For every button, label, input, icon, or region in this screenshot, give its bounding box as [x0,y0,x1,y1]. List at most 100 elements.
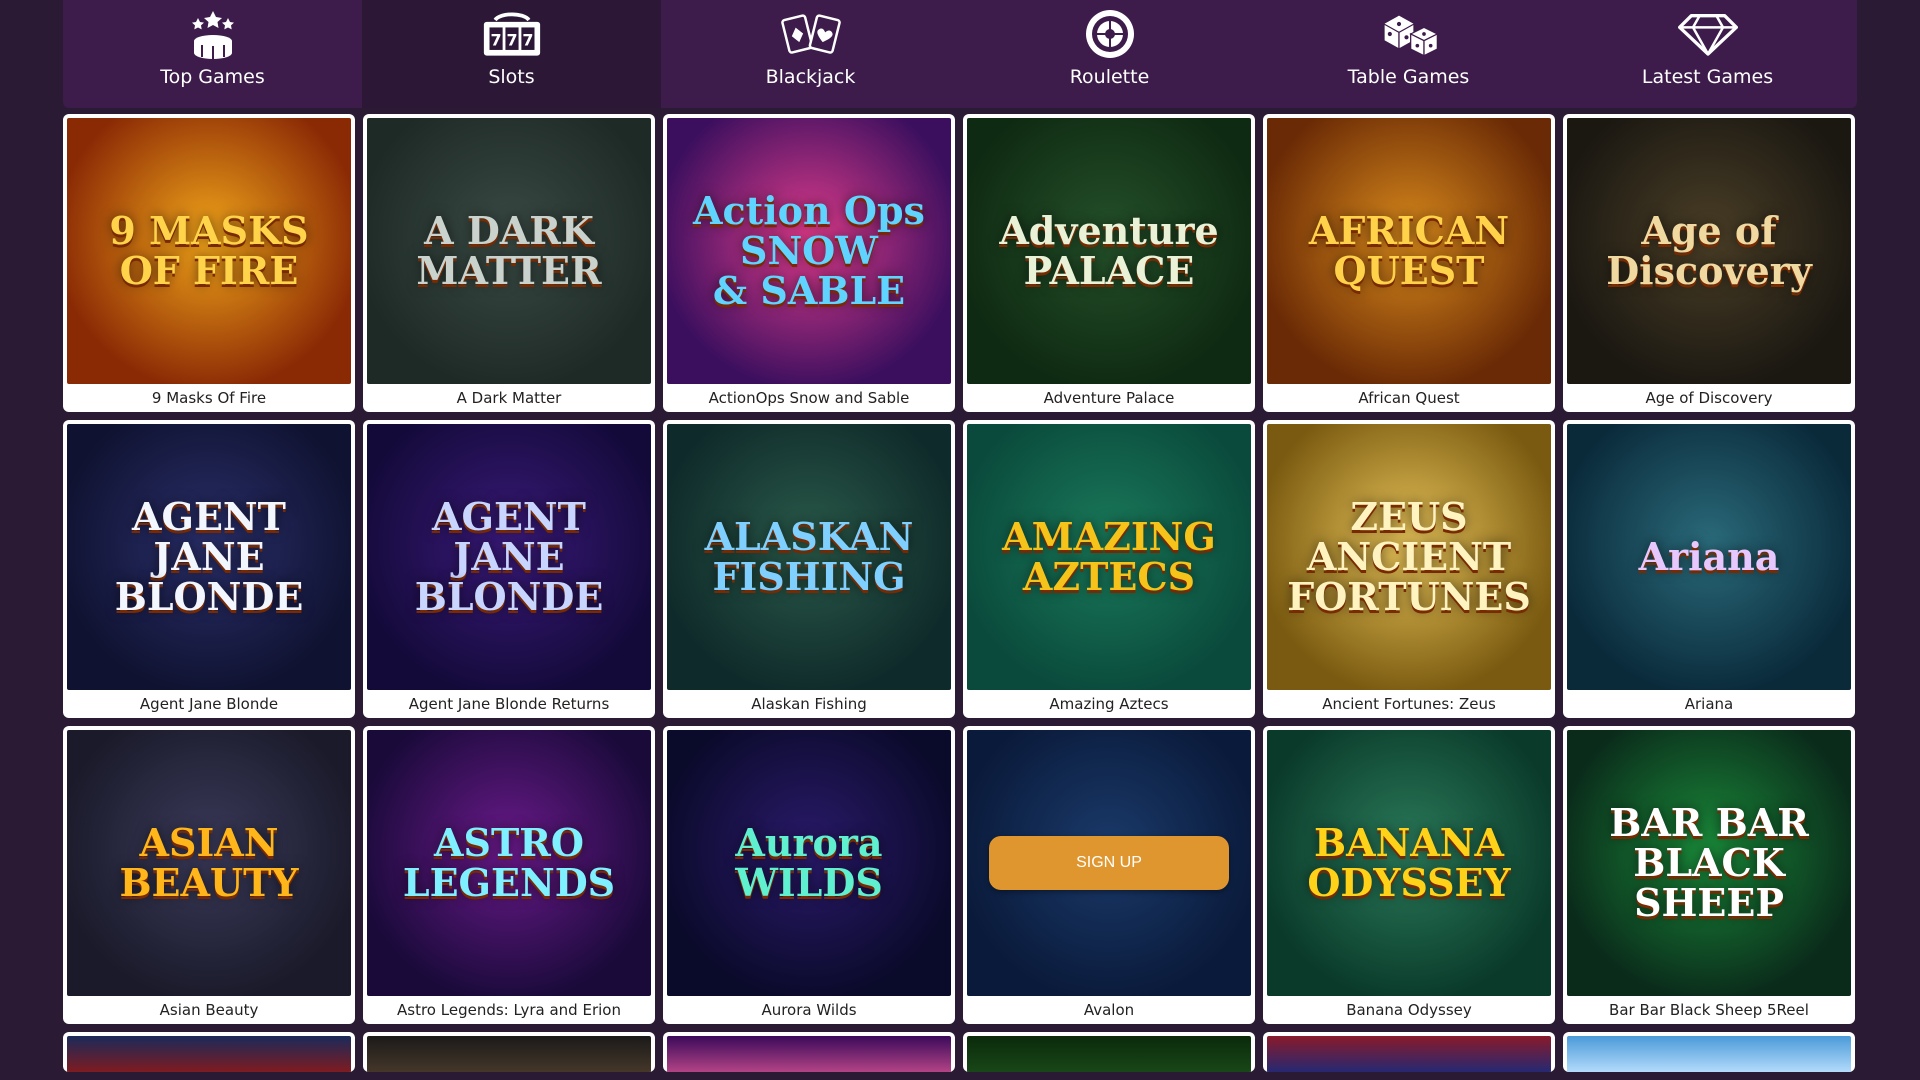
game-card[interactable]: AGENT JANE BLONDE Agent Jane Blonde Retur… [363,420,655,718]
tab-label: Roulette [1069,66,1150,88]
game-logo-art: Adventure PALACE [999,208,1219,293]
game-logo-art: BAR BAR BLACK SHEEP [1609,800,1809,925]
game-card[interactable]: BANANA ODYSSEY Banana Odyssey [1263,726,1555,1024]
tab-label: Blackjack [765,66,856,88]
game-title: Agent Jane Blonde Returns [408,695,610,713]
tab-blackjack[interactable]: Blackjack [661,0,960,108]
game-title: Bar Bar Black Sheep 5Reel [1609,1001,1809,1019]
game-thumbnail[interactable] [67,1036,351,1072]
cards-icon [780,8,841,60]
game-thumbnail[interactable]: ALASKAN FISHING [667,424,951,690]
game-thumbnail[interactable]: Age of Discovery [1567,118,1851,384]
game-card[interactable] [663,1032,955,1072]
game-thumbnail[interactable] [1267,1036,1551,1072]
tab-label: Top Games [160,66,265,88]
game-card[interactable]: AGENT JANE BLONDE Agent Jane Blonde [63,420,355,718]
game-title: Ancient Fortunes: Zeus [1322,695,1496,713]
game-thumbnail[interactable]: Adventure PALACE [967,118,1251,384]
game-title: Amazing Aztecs [1049,695,1169,713]
game-title: ActionOps Snow and Sable [708,389,910,407]
game-thumbnail[interactable]: Aurora WILDS [667,730,951,996]
game-logo-art: AFRICAN QUEST [1308,208,1510,293]
game-title: Age of Discovery [1645,389,1773,407]
roulette-icon [1080,8,1140,60]
game-thumbnail[interactable]: ASIAN BEAUTY [67,730,351,996]
game-logo-art: AMAZING AZTECS [1002,514,1216,599]
game-thumbnail[interactable]: Action Ops SNOW & SABLE [667,118,951,384]
game-card[interactable]: Action Ops SNOW & SABLE ActionOps Snow an… [663,114,955,412]
svg-text:7: 7 [506,30,517,49]
tab-label: Slots [488,66,535,88]
game-card[interactable]: Avalon SIGN UP [963,726,1255,1024]
game-thumbnail[interactable]: Ariana [1567,424,1851,690]
game-thumbnail[interactable]: AFRICAN QUEST [1267,118,1551,384]
game-logo-art: AGENT JANE BLONDE [114,494,304,619]
game-thumbnail[interactable]: 9 MASKS OF FIRE [67,118,351,384]
game-logo-art: ASTRO LEGENDS [402,820,616,905]
game-thumbnail[interactable] [967,1036,1251,1072]
game-grid: 9 MASKS OF FIRE 9 Masks Of Fire A DARK MAT… [63,114,1857,1072]
game-logo-art: 9 MASKS OF FIRE [109,208,309,293]
diamond-icon [1677,8,1738,60]
game-title: African Quest [1358,389,1460,407]
game-thumbnail[interactable]: ZEUS ANCIENT FORTUNES [1267,424,1551,690]
game-title: Aurora Wilds [761,1001,857,1019]
game-logo-art: A DARK MATTER [416,208,602,293]
tab-latest-games[interactable]: Latest Games [1558,0,1857,108]
tab-label: Table Games [1347,66,1470,88]
game-thumbnail[interactable]: AMAZING AZTECS [967,424,1251,690]
game-card[interactable] [63,1032,355,1072]
slot-machine-icon: 777 [482,8,542,60]
game-logo-art: Action Ops SNOW & SABLE [693,188,925,313]
game-title: Adventure Palace [1043,389,1175,407]
game-title: Alaskan Fishing [751,695,867,713]
game-card[interactable]: ASIAN BEAUTY Asian Beauty [63,726,355,1024]
game-thumbnail[interactable]: AGENT JANE BLONDE [367,424,651,690]
game-logo-art: Aurora WILDS [735,820,883,905]
game-card[interactable]: Adventure PALACE Adventure Palace [963,114,1255,412]
game-logo-art: AGENT JANE BLONDE [414,494,604,619]
game-logo-art: ZEUS ANCIENT FORTUNES [1287,494,1531,619]
game-category-tabs: Top Games 7 7 7 Slots Blackjack Roulette Table … [63,0,1857,108]
tab-slots[interactable]: 7 7 7 Slots [362,0,661,108]
game-title: Ariana [1684,695,1734,713]
game-card[interactable]: AMAZING AZTECS Amazing Aztecs [963,420,1255,718]
game-card[interactable]: Aurora WILDS Aurora Wilds [663,726,955,1024]
game-thumbnail[interactable] [1567,1036,1851,1072]
game-card[interactable]: BAR BAR BLACK SHEEP Bar Bar Black Sheep 5… [1563,726,1855,1024]
game-thumbnail[interactable]: A DARK MATTER [367,118,651,384]
game-card[interactable]: ZEUS ANCIENT FORTUNES Ancient Fortunes: Z… [1263,420,1555,718]
game-thumbnail[interactable]: BANANA ODYSSEY [1267,730,1551,996]
tab-top-games[interactable]: Top Games [63,0,362,108]
game-title: Avalon [1083,1001,1135,1019]
game-card[interactable] [1563,1032,1855,1072]
game-title: Banana Odyssey [1346,1001,1472,1019]
game-card[interactable] [363,1032,655,1072]
game-title: Agent Jane Blonde [139,695,279,713]
game-title: 9 Masks Of Fire [151,389,267,407]
game-logo-art: ALASKAN FISHING [704,514,914,599]
game-thumbnail[interactable]: ASTRO LEGENDS [367,730,651,996]
game-thumbnail[interactable] [667,1036,951,1072]
game-thumbnail[interactable]: BAR BAR BLACK SHEEP [1567,730,1851,996]
game-card[interactable]: ASTRO LEGENDS Astro Legends: Lyra and Eri… [363,726,655,1024]
sign-up-button[interactable]: SIGN UP [989,836,1229,890]
top-games-icon [183,8,243,60]
game-card[interactable] [963,1032,1255,1072]
game-thumbnail[interactable]: AGENT JANE BLONDE [67,424,351,690]
game-card[interactable]: AFRICAN QUEST African Quest [1263,114,1555,412]
game-card[interactable] [1263,1032,1555,1072]
game-logo-art: BANANA ODYSSEY [1307,820,1511,905]
game-title: Asian Beauty [159,1001,259,1019]
game-card[interactable]: Age of Discovery Age of Discovery [1563,114,1855,412]
game-card[interactable]: ALASKAN FISHING Alaskan Fishing [663,420,955,718]
game-title: Astro Legends: Lyra and Erion [397,1001,621,1019]
game-card[interactable]: A DARK MATTER A Dark Matter [363,114,655,412]
tab-roulette[interactable]: Roulette [960,0,1259,108]
tab-label: Latest Games [1641,66,1774,88]
svg-text:7: 7 [490,30,501,49]
tab-table-games[interactable]: Table Games [1259,0,1558,108]
game-card[interactable]: Ariana Ariana [1563,420,1855,718]
game-card[interactable]: 9 MASKS OF FIRE 9 Masks Of Fire [63,114,355,412]
game-thumbnail[interactable] [367,1036,651,1072]
